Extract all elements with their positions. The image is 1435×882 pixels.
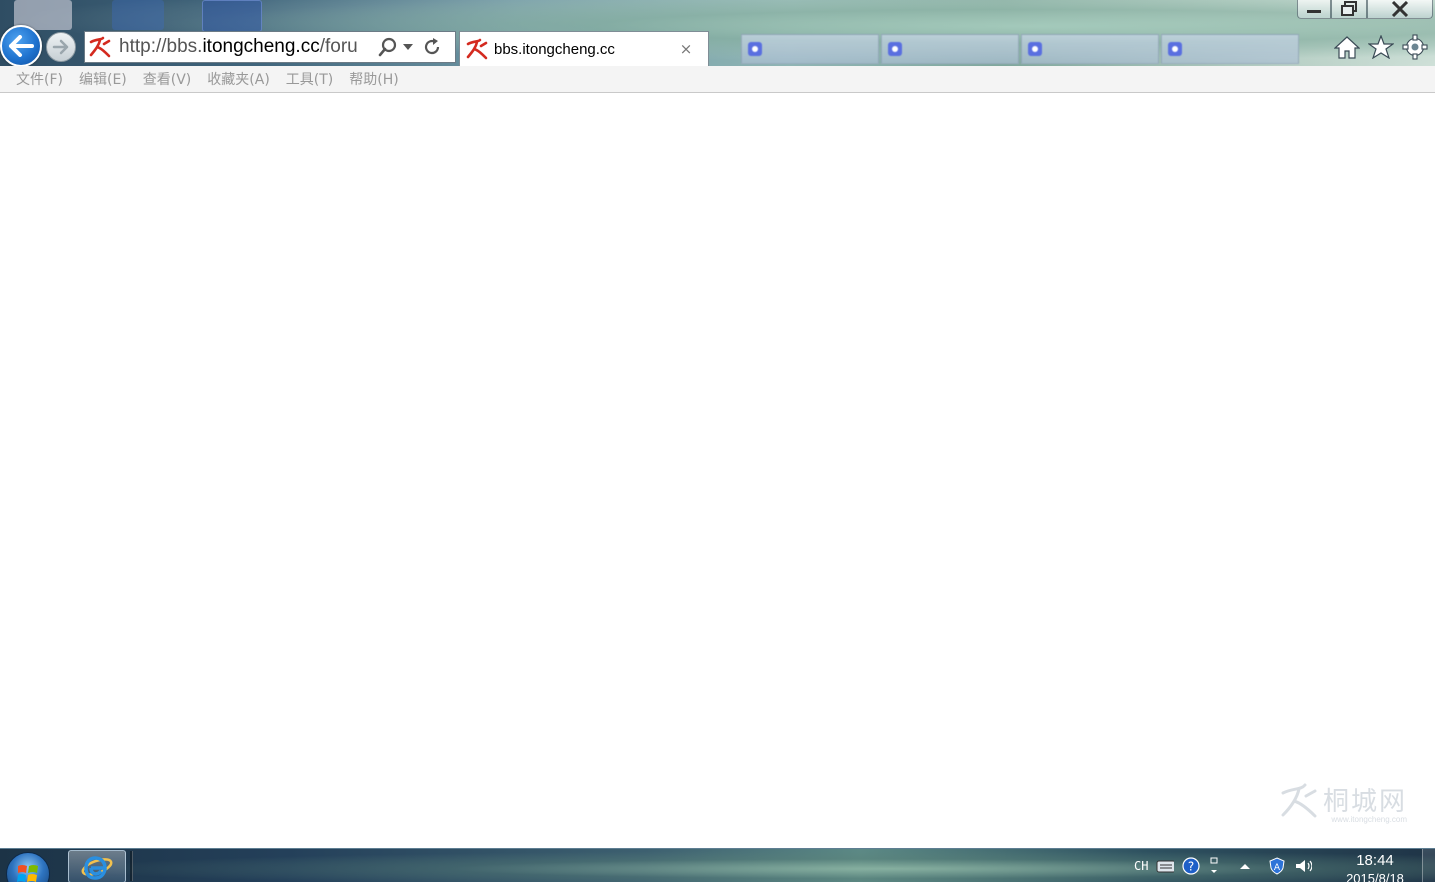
site-favicon-icon bbox=[87, 34, 113, 60]
gear-icon[interactable] bbox=[1401, 33, 1429, 61]
home-icon[interactable] bbox=[1333, 33, 1361, 61]
watermark-text: 桐城网 bbox=[1322, 787, 1407, 817]
menu-help[interactable]: 帮助(H) bbox=[341, 69, 406, 89]
tab-inactive[interactable] bbox=[1021, 34, 1159, 64]
taskbar-separator bbox=[130, 851, 133, 881]
arrow-right-icon bbox=[52, 39, 69, 55]
language-indicator[interactable]: CH bbox=[1134, 859, 1148, 873]
menu-favorites[interactable]: 收藏夹(A) bbox=[199, 69, 278, 89]
menu-edit[interactable]: 编辑(E) bbox=[71, 69, 135, 89]
forward-button[interactable] bbox=[46, 32, 76, 62]
search-icon[interactable] bbox=[377, 34, 399, 60]
restore-icon bbox=[1341, 1, 1357, 16]
url-host: itongcheng.cc bbox=[202, 36, 320, 57]
tab-inactive[interactable] bbox=[881, 34, 1019, 64]
ime-options-icon[interactable] bbox=[1208, 857, 1220, 875]
tab-inactive[interactable] bbox=[1161, 34, 1299, 64]
url-input[interactable]: http://bbs.itongcheng.cc/foru bbox=[119, 36, 377, 58]
ie-page-icon bbox=[888, 42, 902, 56]
menu-view[interactable]: 查看(V) bbox=[135, 69, 200, 89]
desktop-icon-hint bbox=[202, 0, 262, 32]
show-hidden-icons-icon[interactable] bbox=[1236, 857, 1254, 875]
address-bar[interactable]: http://bbs.itongcheng.cc/foru bbox=[84, 31, 456, 63]
url-suffix: /foru bbox=[319, 36, 358, 57]
ie-page-icon bbox=[1028, 42, 1042, 56]
close-window-button[interactable] bbox=[1367, 0, 1433, 19]
ie-page-icon bbox=[1168, 42, 1182, 56]
ie-page-icon bbox=[748, 42, 762, 56]
caption-buttons bbox=[1297, 0, 1433, 20]
command-toolbar bbox=[1333, 33, 1429, 61]
start-button[interactable] bbox=[6, 852, 50, 882]
menu-tools[interactable]: 工具(T) bbox=[278, 69, 341, 89]
tab-favicon-icon bbox=[464, 36, 490, 62]
clock-time: 18:44 bbox=[1356, 852, 1394, 869]
tab-close-icon[interactable]: × bbox=[674, 40, 698, 58]
tab-title: bbs.itongcheng.cc bbox=[494, 40, 615, 58]
svg-text:?: ? bbox=[1188, 860, 1194, 874]
menu-bar: 文件(F) 编辑(E) 查看(V) 收藏夹(A) 工具(T) 帮助(H) bbox=[0, 66, 1435, 93]
svg-text:A: A bbox=[1274, 863, 1281, 873]
close-icon bbox=[1391, 1, 1409, 17]
refresh-icon[interactable] bbox=[417, 34, 447, 60]
restore-button[interactable] bbox=[1331, 0, 1367, 19]
help-icon[interactable]: ? bbox=[1182, 857, 1201, 875]
windows-logo-icon bbox=[17, 865, 38, 882]
taskbar-ie-button[interactable] bbox=[68, 850, 126, 882]
watermark: 桐城网 www.itongcheng.com bbox=[1279, 781, 1407, 824]
tab-active[interactable]: bbs.itongcheng.cc × bbox=[459, 31, 709, 66]
tab-inactive[interactable] bbox=[741, 34, 879, 64]
keyboard-icon[interactable] bbox=[1156, 857, 1175, 875]
chevron-down-icon[interactable] bbox=[399, 34, 417, 60]
menu-file[interactable]: 文件(F) bbox=[8, 69, 71, 89]
minimize-icon bbox=[1307, 10, 1321, 13]
arrow-left-icon bbox=[9, 35, 34, 57]
clock-date: 2015/8/18 bbox=[1346, 871, 1404, 882]
internet-explorer-icon bbox=[81, 855, 113, 880]
page-content[interactable]: 桐城网 www.itongcheng.com bbox=[0, 93, 1435, 848]
taskbar: CH ? A 18:44 2015/8/18 bbox=[0, 848, 1435, 882]
url-prefix: http://bbs. bbox=[119, 36, 203, 57]
favorites-star-icon[interactable] bbox=[1367, 33, 1395, 61]
watermark-subtext: www.itongcheng.com bbox=[1331, 815, 1407, 824]
security-shield-icon[interactable]: A bbox=[1268, 857, 1286, 875]
back-button[interactable] bbox=[0, 25, 42, 67]
watermark-logo-icon bbox=[1281, 783, 1317, 817]
desktop-icon-hint bbox=[112, 0, 164, 30]
system-tray: CH ? A bbox=[1134, 849, 1313, 882]
minimize-button[interactable] bbox=[1297, 0, 1331, 19]
show-desktop-button[interactable] bbox=[1422, 849, 1435, 882]
clock[interactable]: 18:44 2015/8/18 bbox=[1330, 852, 1420, 882]
volume-icon[interactable] bbox=[1294, 857, 1313, 875]
